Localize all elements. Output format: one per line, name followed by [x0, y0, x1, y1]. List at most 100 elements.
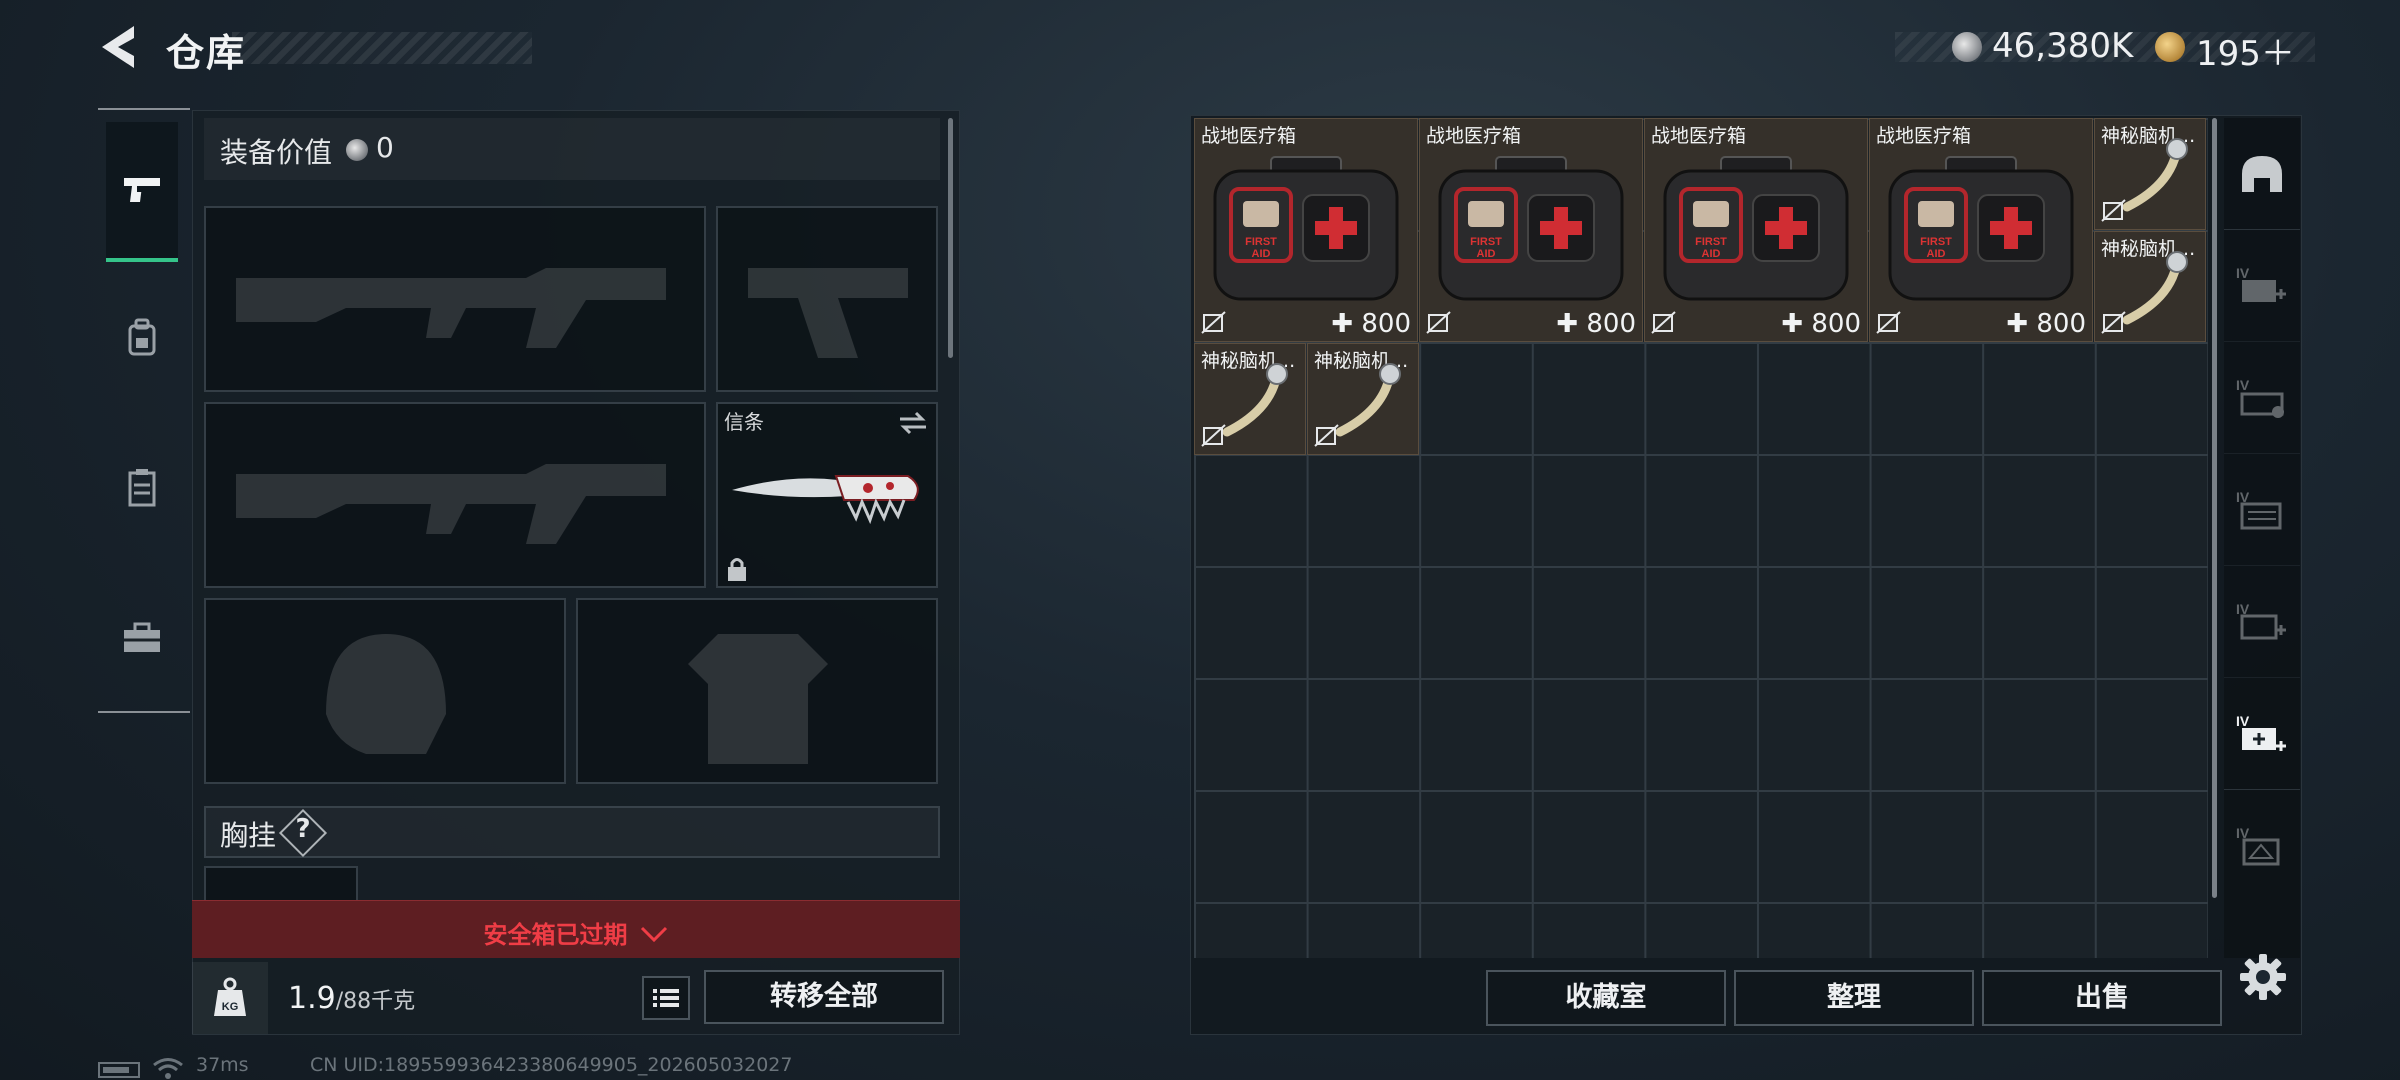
back-arrow-icon [102, 26, 134, 68]
storage-item-medkit[interactable]: 战地医疗箱 FIRST AID ✚ 800 [1194, 118, 1418, 342]
no-trade-icon [1426, 311, 1451, 334]
storage-filter-sidebar: IV IV IV IV IV IV [2224, 118, 2300, 958]
storage-item-medkit[interactable]: 战地医疗箱 FIRST AID ✚ 800 [1644, 118, 1868, 342]
armor-slot[interactable] [576, 598, 938, 784]
transfer-all-button[interactable]: 转移全部 [704, 970, 944, 1024]
key-card-icon: IV [2236, 825, 2280, 866]
first-aid-kit-icon: FIRST AID [1438, 156, 1624, 301]
rifle-placeholder-icon [236, 464, 666, 544]
storage-item-brain-chip[interactable]: 神秘脑机... [2094, 231, 2206, 342]
item-name: 战地医疗箱 [1426, 125, 1522, 147]
knife-icon [732, 475, 919, 525]
svg-text:AID: AID [1477, 248, 1496, 260]
chevron-down-icon [640, 926, 667, 943]
helmet-slot[interactable] [204, 598, 566, 784]
weight-indicator: KG [192, 962, 268, 1034]
list-icon [653, 989, 679, 1007]
collection-room-button[interactable]: 收藏室 [1486, 970, 1726, 1026]
svg-text:IV: IV [2236, 377, 2250, 393]
no-trade-icon [1201, 311, 1226, 334]
first-aid-kit-icon: FIRST AID [1888, 156, 2074, 301]
svg-text:AID: AID [1252, 248, 1271, 260]
first-aid-kit-icon: FIRST AID [1213, 156, 1399, 301]
first-aid-kit-icon: FIRST AID [1663, 156, 1849, 301]
storage-item-brain-chip[interactable]: 神秘脑机... [2094, 118, 2206, 230]
lock-icon [728, 558, 746, 581]
network-ping: 37ms [196, 1054, 249, 1076]
storage-scrollbar[interactable] [2212, 118, 2217, 898]
backpack-icon [128, 318, 156, 356]
svg-text:AID: AID [1927, 248, 1946, 260]
swap-icon[interactable] [898, 410, 928, 436]
filter-ammo[interactable]: IV [2224, 342, 2300, 454]
folder-stack-icon: IV [2236, 489, 2282, 529]
tab-vest[interactable] [106, 418, 178, 558]
storage-item-brain-chip[interactable]: 神秘脑机... [1194, 343, 1306, 455]
no-trade-icon [2101, 199, 2126, 222]
svg-text:FIRST: FIRST [1470, 236, 1502, 248]
svg-text:AID: AID [1702, 248, 1721, 260]
filter-all[interactable] [2224, 118, 2300, 230]
wifi-icon [153, 1058, 183, 1079]
silver-coin-icon [346, 139, 368, 161]
storage-item-medkit[interactable]: 战地医疗箱 FIRST AID ✚ 800 [1419, 118, 1643, 342]
filter-medical-2[interactable]: IV [2224, 566, 2300, 678]
medkit-plus-icon: IV [2236, 601, 2286, 639]
svg-text:FIRST: FIRST [1920, 236, 1952, 248]
title-decoration [232, 32, 532, 64]
storage-item-brain-chip[interactable]: 神秘脑机... [1307, 343, 1419, 455]
page-title: 仓库 [166, 31, 247, 75]
battery-icon [98, 1062, 140, 1078]
filter-documents[interactable]: IV [2224, 454, 2300, 566]
sidearm-slot[interactable] [716, 206, 938, 392]
category-tabs [98, 108, 190, 713]
tab-case[interactable] [106, 568, 178, 708]
no-trade-icon [1876, 311, 1901, 334]
carry-weight: 1.9/88千克 [288, 981, 415, 1016]
helmet-dome-icon [2242, 155, 2282, 192]
item-price: ✚ 800 [1331, 309, 1411, 339]
equipment-value: 0 [376, 131, 394, 164]
no-trade-icon [1201, 424, 1226, 447]
svg-text:IV: IV [2236, 265, 2250, 281]
list-view-button[interactable] [642, 976, 690, 1020]
svg-text:FIRST: FIRST [1245, 236, 1277, 248]
loadout-scrollbar[interactable] [948, 118, 953, 358]
item-name: 战地医疗箱 [1651, 125, 1747, 147]
svg-text:IV: IV [2236, 713, 2250, 729]
svg-text:FIRST: FIRST [1695, 236, 1727, 248]
silver-coin-icon [1952, 32, 1982, 62]
svg-text:KG: KG [222, 1001, 239, 1013]
melee-slot[interactable]: 信条 [716, 402, 938, 588]
filter-medical[interactable]: IV [2224, 230, 2300, 342]
filter-medical-3[interactable]: IV [2224, 678, 2300, 790]
gold-amount[interactable]: 195＋ [2196, 26, 2295, 75]
safebox-expired-banner[interactable]: 安全箱已过期 [192, 900, 960, 958]
vest-icon [128, 469, 156, 507]
no-trade-icon [1651, 311, 1676, 334]
medkit-plus-icon: IV [2236, 265, 2286, 302]
tab-weapons[interactable] [106, 122, 178, 262]
organize-button[interactable]: 整理 [1734, 970, 1974, 1026]
no-trade-icon [1314, 424, 1339, 447]
player-uid: CN UID:18955993642338064990​5_2026050320… [310, 1054, 793, 1076]
ammo-box-icon: IV [2236, 377, 2284, 418]
pistol-placeholder-icon [748, 268, 908, 358]
filter-keys[interactable]: IV [2224, 790, 2300, 902]
storage-item-medkit[interactable]: 战地医疗箱 FIRST AID ✚ 800 [1869, 118, 2093, 342]
gear-icon [2240, 954, 2286, 1000]
melee-slot-label: 信条 [724, 410, 764, 434]
safebox-status: 安全箱已过期 [483, 921, 628, 949]
primary-weapon-slot-2[interactable] [204, 402, 706, 588]
tab-backpack[interactable] [106, 268, 178, 408]
primary-weapon-slot-1[interactable] [204, 206, 706, 392]
sell-button[interactable]: 出售 [1982, 970, 2222, 1026]
medkit-plus-icon: IV [2236, 713, 2286, 751]
back-button[interactable] [96, 22, 140, 72]
item-price: ✚ 800 [1781, 309, 1861, 339]
settings-button[interactable] [2238, 952, 2288, 1002]
current-weight: 1.9 [288, 981, 336, 1016]
helmet-placeholder-icon [326, 634, 446, 754]
pistol-icon [124, 178, 160, 202]
no-trade-icon [2101, 311, 2126, 334]
